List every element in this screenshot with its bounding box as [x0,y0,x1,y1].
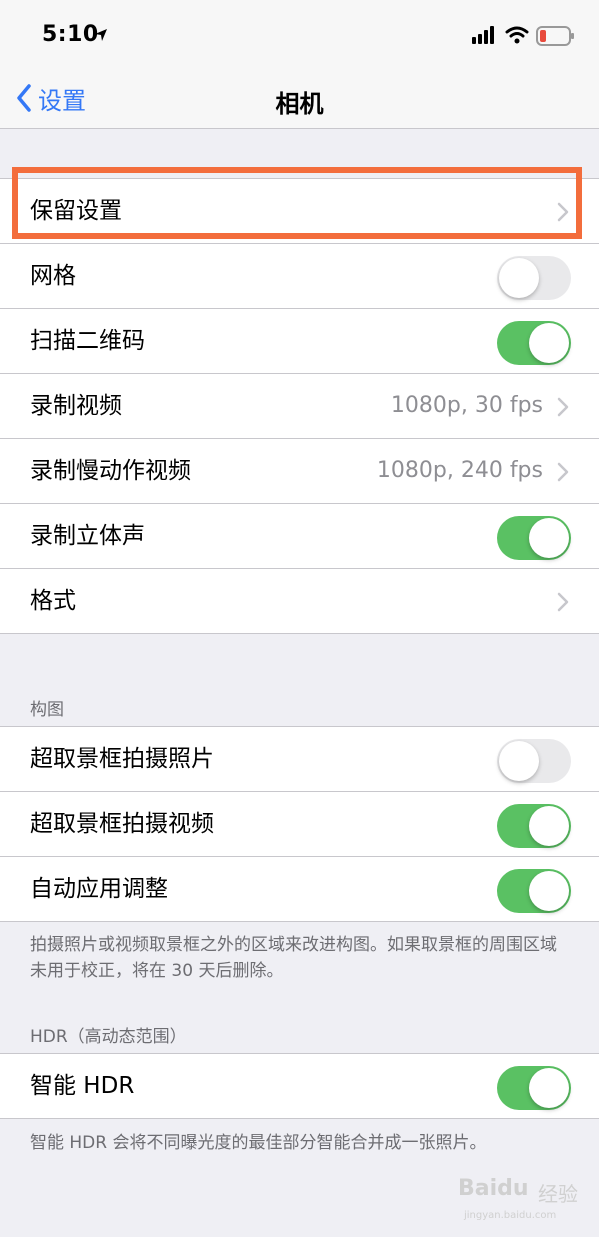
row-value: 1080p, 240 fps [376,458,543,483]
toggle-knob [529,806,569,846]
capture-videos-outside-row: 超取景框拍摄视频 [0,792,599,857]
toggle-knob [529,1068,569,1108]
record-video-row[interactable]: 录制视频 1080p, 30 fps [0,374,599,439]
row-label: 自动应用调整 [30,876,168,902]
capture-videos-outside-toggle[interactable] [497,804,571,848]
cellular-signal-icon [472,26,498,48]
wifi-icon [505,26,529,48]
smart-hdr-toggle[interactable] [497,1066,571,1110]
composition-header: 构图 [30,700,64,720]
formats-row[interactable]: 格式 [0,569,599,633]
record-slomo-row[interactable]: 录制慢动作视频 1080p, 240 fps [0,439,599,504]
toggle-knob [499,741,539,781]
grid-toggle[interactable] [497,256,571,300]
navigation-bar: 设置 相机 [0,70,599,129]
composition-footer: 拍摄照片或视频取景框之外的区域来改进构图。如果取景框的周围区域未用于校正，将在 … [30,935,557,981]
capture-photos-outside-toggle[interactable] [497,739,571,783]
row-label: 智能 HDR [30,1073,135,1099]
page-title: 相机 [275,90,324,118]
composition-group: 超取景框拍摄照片 超取景框拍摄视频 自动应用调整 [0,726,599,922]
record-stereo-row: 录制立体声 [0,504,599,569]
scan-qr-row: 扫描二维码 [0,309,599,374]
hdr-header: HDR（高动态范围） [30,1027,187,1047]
location-arrow-icon [94,27,108,46]
chevron-right-icon [557,592,569,612]
row-label: 录制立体声 [30,523,145,549]
toggle-knob [529,323,569,363]
scan-qr-toggle[interactable] [497,321,571,365]
auto-apply-adjustments-row: 自动应用调整 [0,857,599,921]
chevron-right-icon [557,462,569,482]
row-label: 扫描二维码 [30,328,145,354]
row-label: 录制慢动作视频 [30,458,191,484]
hdr-group: 智能 HDR [0,1053,599,1119]
row-label: 超取景框拍摄视频 [30,811,214,837]
status-bar: 5:10 [0,0,599,70]
row-label: 格式 [30,588,76,614]
hdr-footer: 智能 HDR 会将不同曝光度的最佳部分智能合并成一张照片。 [30,1133,487,1153]
row-label: 超取景框拍摄照片 [30,746,214,772]
toggle-knob [499,258,539,298]
grid-row: 网格 [0,244,599,309]
watermark-text: 经验 [538,1182,578,1206]
chevron-right-icon [557,397,569,417]
record-stereo-toggle[interactable] [497,516,571,560]
auto-apply-adjustments-toggle[interactable] [497,869,571,913]
watermark-url: jingyan.baidu.com [464,1210,557,1221]
highlight-box [12,167,582,239]
watermark-brand: Baidu [458,1176,529,1201]
smart-hdr-row: 智能 HDR [0,1054,599,1118]
row-label: 网格 [30,263,76,289]
battery-low-icon [536,26,576,50]
row-label: 录制视频 [30,393,122,419]
toggle-knob [529,871,569,911]
baidu-jingyan-watermark: Baidu 经验 jingyan.baidu.com [458,1170,588,1230]
toggle-knob [529,518,569,558]
camera-settings-group: 保留设置 网格 扫描二维码 录制视频 1080p, 30 fps 录制慢动作视频… [0,178,599,634]
row-value: 1080p, 30 fps [390,393,543,418]
status-time: 5:10 [42,22,99,47]
capture-photos-outside-row: 超取景框拍摄照片 [0,727,599,792]
